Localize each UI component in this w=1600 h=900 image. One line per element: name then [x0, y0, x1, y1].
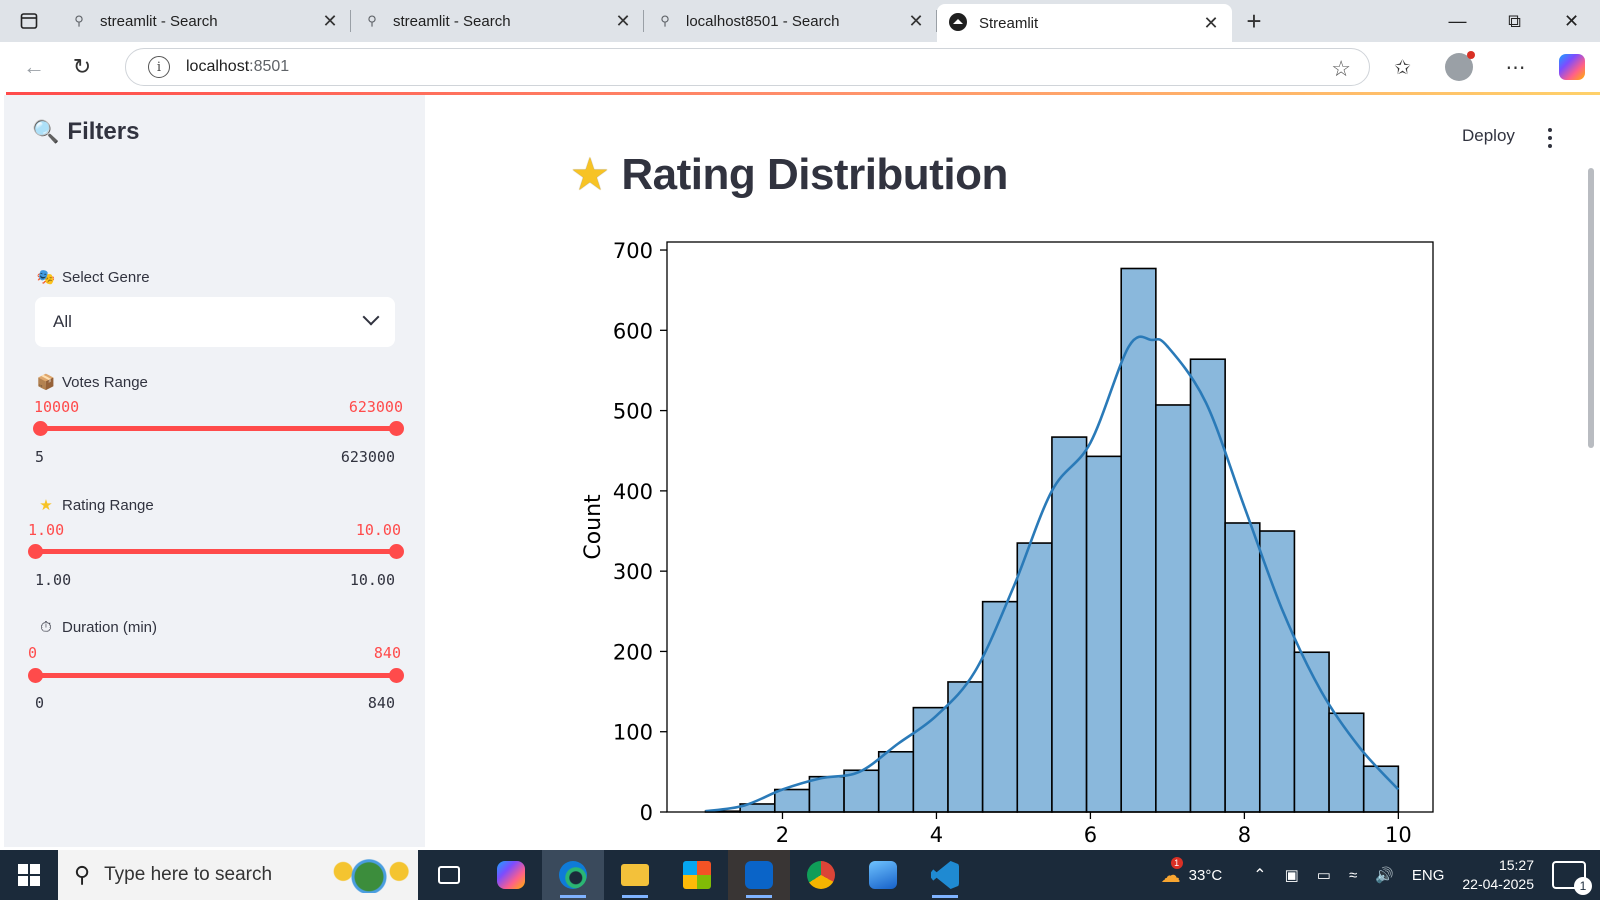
histogram-bar — [1085, 455, 1123, 813]
x-tick-label: 10 — [1385, 823, 1412, 847]
battery-icon[interactable]: ▭ — [1317, 866, 1331, 884]
notification-icon: 1 — [1552, 861, 1592, 895]
histogram-bar — [773, 788, 811, 813]
x-tick-label: 6 — [1084, 823, 1097, 847]
histogram-bar — [877, 750, 915, 813]
histogram-bar — [808, 775, 845, 813]
search-highlight-icon — [326, 857, 412, 893]
y-tick-label: 400 — [613, 480, 653, 504]
taskbar-search[interactable]: ⚲ Type here to search — [58, 850, 418, 900]
notification-center-button[interactable]: 1 — [1552, 861, 1592, 895]
language-indicator[interactable]: ENG — [1412, 867, 1445, 884]
volume-icon[interactable]: 🔊 — [1375, 866, 1394, 884]
taskbar-search-placeholder: Type here to search — [104, 864, 273, 885]
photos-icon[interactable] — [852, 850, 914, 900]
rating-histogram-chart: 0 100 200 300 400 500 600 700 2 4 6 8 10 Count — [581, 239, 1434, 847]
outlook-icon[interactable] — [728, 850, 790, 900]
x-tick-label: 4 — [930, 823, 943, 847]
start-button[interactable] — [0, 850, 58, 900]
clock-time: 15:27 — [1498, 857, 1534, 873]
y-tick-label: 600 — [613, 319, 653, 343]
histogram-bar — [1224, 522, 1261, 813]
y-tick-label: 100 — [613, 721, 653, 745]
tray-overflow-icon[interactable]: ⌃ — [1253, 865, 1266, 885]
meet-now-icon[interactable]: ▣ — [1285, 866, 1299, 884]
task-view-icon[interactable] — [418, 850, 480, 900]
system-tray: ☁ 1 33°C ⌃ ▣ ▭ ≈ 🔊 ENG 15:27 22-04-2025 1 — [1152, 850, 1600, 900]
histogram-bar — [843, 769, 880, 813]
y-tick-label: 300 — [613, 560, 653, 584]
histogram-bar — [1189, 358, 1226, 813]
clock[interactable]: 15:27 22-04-2025 — [1462, 856, 1534, 894]
x-tick-label: 2 — [776, 823, 789, 847]
histogram-bar — [1016, 542, 1053, 813]
store-icon[interactable] — [666, 850, 728, 900]
wifi-icon[interactable]: ≈ — [1349, 867, 1357, 884]
histogram-bar — [1051, 436, 1088, 813]
file-explorer-icon[interactable] — [604, 850, 666, 900]
weather-widget[interactable]: ☁ 1 33°C — [1160, 856, 1223, 888]
chrome-icon[interactable] — [790, 850, 852, 900]
weather-icon: ☁ 1 — [1160, 856, 1183, 887]
notification-count: 1 — [1574, 877, 1592, 895]
y-tick-label: 200 — [613, 640, 653, 664]
y-tick-label: 700 — [613, 239, 653, 263]
histogram-bar — [981, 600, 1019, 813]
copilot-icon[interactable] — [480, 850, 542, 900]
y-axis-label: Count — [581, 494, 606, 560]
histogram-bar — [1155, 404, 1192, 813]
y-tick-label: 500 — [613, 400, 653, 424]
edge-icon[interactable] — [542, 850, 604, 900]
weather-badge: 1 — [1170, 856, 1183, 869]
y-tick-label: 0 — [640, 801, 653, 825]
windows-taskbar: ⚲ Type here to search ☁ 1 33°C ⌃ ▣ ▭ ≈ 🔊 … — [0, 850, 1600, 900]
vscode-icon[interactable] — [914, 850, 976, 900]
weather-temp: 33°C — [1188, 866, 1223, 884]
x-tick-label: 8 — [1238, 823, 1251, 847]
histogram-bar — [912, 706, 949, 813]
search-icon: ⚲ — [74, 862, 91, 887]
clock-date: 22-04-2025 — [1462, 876, 1534, 892]
histogram-bar — [1258, 530, 1296, 813]
